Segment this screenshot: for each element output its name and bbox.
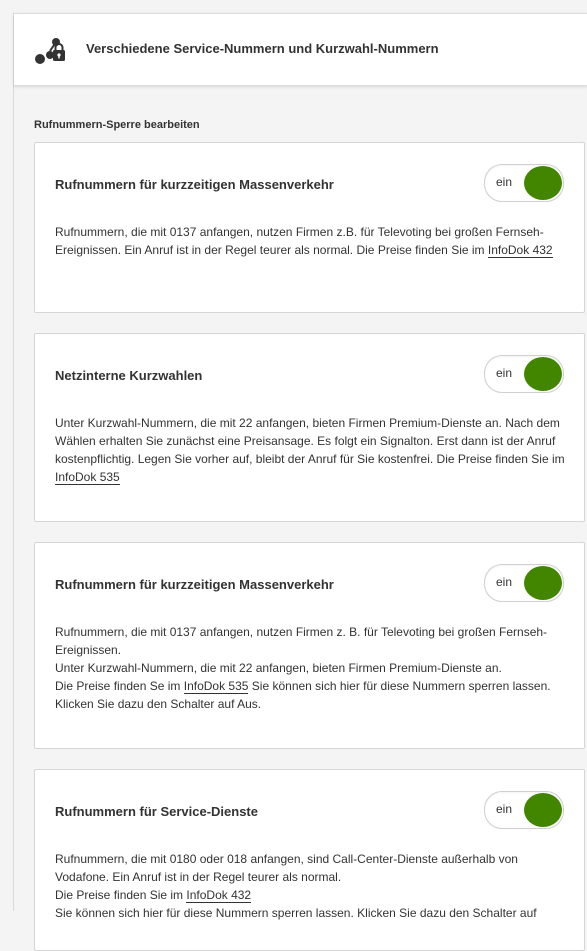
toggle-knob — [524, 166, 562, 200]
infodok-link[interactable]: InfoDok 535 — [183, 679, 249, 694]
page-title: Verschiedene Service-Nummern und Kurzwah… — [86, 41, 439, 56]
section-title: Rufnummern-Sperre bearbeiten — [34, 119, 200, 131]
card-title: Rufnummern für kurzzeitigen Massenverkeh… — [55, 577, 334, 592]
toggle-label: ein — [496, 366, 513, 380]
card-kurzwahlen: Netzinterne Kurzwahlen ein Unter Kurzwah… — [34, 333, 585, 522]
description-text: Rufnummern, die mit 0180 oder 018 anfang… — [55, 852, 518, 884]
toggle-label: ein — [496, 802, 513, 816]
toggle-switch[interactable]: ein — [484, 564, 564, 602]
description-text: Sie können sich hier für diese Nummern s… — [55, 906, 537, 920]
description-text: Rufnummern, die mit 0137 anfangen, nutze… — [55, 225, 544, 257]
description-text: Rufnummern, die mit 0137 anfangen, nutze… — [55, 625, 548, 657]
card-title: Rufnummern für kurzzeitigen Massenverkeh… — [55, 177, 334, 192]
toggle-knob — [524, 793, 562, 827]
description-text: Die Preise finden Se im — [55, 679, 184, 693]
infodok-link[interactable]: InfoDok 432 — [487, 243, 553, 258]
description-text: Unter Kurzwahl-Nummern, die mit 22 anfan… — [55, 416, 565, 466]
toggle-switch[interactable]: ein — [484, 164, 564, 202]
card-title: Netzinterne Kurzwahlen — [55, 368, 203, 383]
card-massenverkehr-2: Rufnummern für kurzzeitigen Massenverkeh… — [34, 542, 585, 749]
infodok-link[interactable]: InfoDok 535 — [55, 470, 120, 485]
card-description: Rufnummern, die mit 0180 oder 018 anfang… — [55, 850, 567, 922]
toggle-knob — [524, 357, 562, 391]
infodok-link[interactable]: InfoDok 432 — [186, 888, 252, 903]
card-massenverkehr: Rufnummern für kurzzeitigen Massenverkeh… — [34, 142, 585, 313]
card-service-dienste: Rufnummern für Service-Dienste ein Rufnu… — [34, 769, 585, 951]
description-text: Die Preise finden Sie im — [55, 888, 187, 902]
toggle-label: ein — [496, 575, 513, 589]
page-frame: Verschiedene Service-Nummern und Kurzwah… — [13, 13, 587, 951]
card-description: Rufnummern, die mit 0137 anfangen, nutze… — [55, 223, 567, 259]
card-description: Rufnummern, die mit 0137 anfangen, nutze… — [55, 623, 567, 713]
card-description: Unter Kurzwahl-Nummern, die mit 22 anfan… — [55, 414, 567, 486]
toggle-switch[interactable]: ein — [484, 791, 564, 829]
toggle-label: ein — [496, 175, 513, 189]
description-text: Unter Kurzwahl-Nummern, die mit 22 anfan… — [55, 661, 502, 675]
page-header: Verschiedene Service-Nummern und Kurzwah… — [14, 13, 587, 86]
toggle-switch[interactable]: ein — [484, 355, 564, 393]
lock-network-icon — [35, 38, 65, 64]
card-title: Rufnummern für Service-Dienste — [55, 804, 258, 819]
toggle-knob — [524, 566, 562, 600]
